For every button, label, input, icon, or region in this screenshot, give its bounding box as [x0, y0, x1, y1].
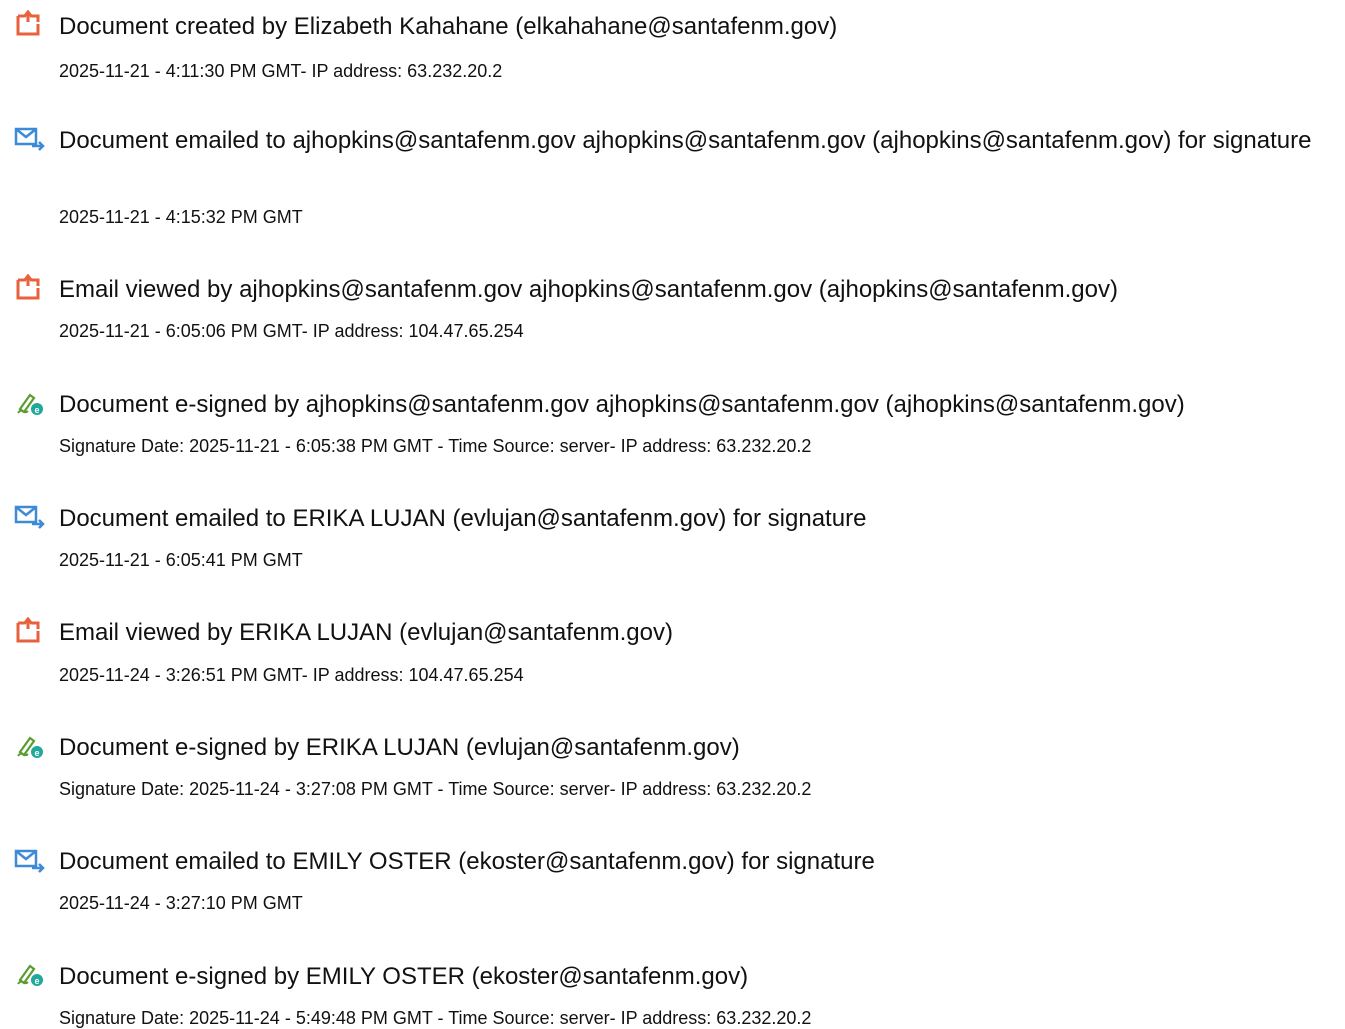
event-title: Document emailed to ERIKA LUJAN (evlujan…: [59, 505, 867, 532]
document-icon: [14, 617, 46, 645]
event-title: Document e-signed by ajhopkins@santafenm…: [59, 391, 1185, 418]
event-detail: Signature Date: 2025-11-21 - 6:05:38 PM …: [59, 436, 812, 456]
event-detail: 2025-11-21 - 4:15:32 PM GMT: [59, 207, 303, 227]
document-icon: [14, 274, 46, 302]
event-detail: 2025-11-21 - 6:05:06 PM GMT- IP address:…: [59, 321, 524, 341]
email-sent-icon: [14, 502, 46, 530]
email-sent-icon: [14, 846, 46, 874]
event-detail: 2025-11-24 - 3:27:10 PM GMT: [59, 893, 303, 913]
event-title: Email viewed by ajhopkins@santafenm.gov …: [59, 276, 1118, 303]
event-detail: Signature Date: 2025-11-24 - 5:49:48 PM …: [59, 1008, 812, 1028]
event-detail: 2025-11-21 - 6:05:41 PM GMT: [59, 550, 303, 570]
svg-text:e: e: [34, 405, 39, 415]
event-title: Document emailed to EMILY OSTER (ekoster…: [59, 848, 875, 875]
document-icon: [14, 10, 46, 38]
email-sent-icon: [14, 124, 46, 152]
event-title: Document e-signed by EMILY OSTER (ekoste…: [59, 963, 749, 990]
event-detail: Signature Date: 2025-11-24 - 3:27:08 PM …: [59, 779, 812, 799]
svg-text:e: e: [34, 748, 39, 758]
e-sign-pen-icon: e: [14, 960, 46, 988]
event-title: Document created by Elizabeth Kahahane (…: [59, 13, 838, 40]
event-detail: 2025-11-21 - 4:11:30 PM GMT- IP address:…: [59, 61, 503, 81]
event-title: Email viewed by ERIKA LUJAN (evlujan@san…: [59, 619, 673, 646]
event-title: Document e-signed by ERIKA LUJAN (evluja…: [59, 734, 740, 761]
e-sign-pen-icon: e: [14, 389, 46, 417]
event-detail: 2025-11-24 - 3:26:51 PM GMT- IP address:…: [59, 665, 524, 685]
svg-text:e: e: [34, 976, 39, 986]
e-sign-pen-icon: e: [14, 732, 46, 760]
event-title: Document emailed to ajhopkins@santafenm.…: [59, 127, 1312, 154]
